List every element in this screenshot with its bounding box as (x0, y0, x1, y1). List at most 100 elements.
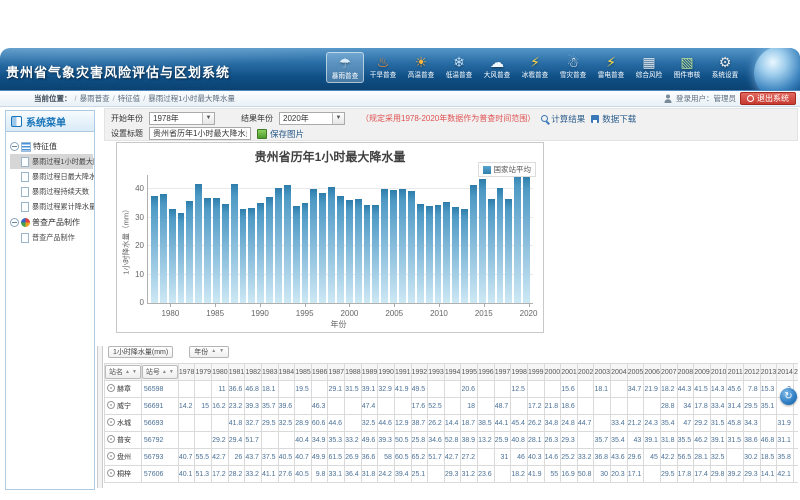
bar-2012[interactable] (452, 207, 459, 303)
year-header[interactable]: 1987 (328, 364, 345, 381)
bar-1996[interactable] (310, 189, 317, 303)
bar-1993[interactable] (284, 185, 291, 303)
tree-group[interactable]: 特征值 (10, 141, 93, 152)
toolbar-item-lightning-survey[interactable]: ⚡雷电普查 (592, 52, 630, 83)
toolbar-item-high-temp-survey[interactable]: ☀高温普查 (402, 52, 440, 83)
sort-desc-icon[interactable]: ▼ (169, 370, 174, 375)
year-header[interactable]: 1982 (245, 364, 262, 381)
bar-1983[interactable] (195, 184, 202, 303)
bar-2004[interactable] (381, 189, 388, 303)
bar-1989[interactable] (248, 208, 255, 303)
bar-2008[interactable] (417, 204, 424, 303)
station-name-cell[interactable]: 普安 (105, 432, 142, 449)
radio-icon[interactable] (107, 401, 115, 409)
year-header[interactable]: 2005 (627, 364, 644, 381)
bar-2018[interactable] (505, 199, 512, 303)
bar-1980[interactable] (169, 209, 176, 303)
year-header[interactable]: 2013 (760, 364, 777, 381)
tree-item[interactable]: 普查产品制作 (10, 230, 93, 245)
bar-2009[interactable] (426, 206, 433, 303)
bar-2002[interactable] (364, 205, 371, 303)
station-name-cell[interactable]: 水城 (105, 415, 142, 432)
year-header[interactable]: 2011 (727, 364, 744, 381)
year-header[interactable]: 1989 (361, 364, 378, 381)
toolbar-item-drought-survey[interactable]: ♨干旱普查 (364, 52, 402, 83)
station-name-cell[interactable]: 盘州 (105, 449, 142, 466)
year-header[interactable]: 2010 (710, 364, 727, 381)
bar-1981[interactable] (178, 213, 185, 303)
year-header[interactable]: 1984 (278, 364, 295, 381)
end-year-select[interactable]: 2020年 ▼ (279, 112, 345, 125)
year-header[interactable]: 2014 (777, 364, 794, 381)
chart-title-input[interactable] (149, 127, 251, 140)
bar-2000[interactable] (346, 200, 353, 303)
bar-1994[interactable] (293, 206, 300, 303)
bar-1991[interactable] (266, 197, 273, 303)
station-name-cell[interactable]: 威宁 (105, 398, 142, 415)
sort-asc-icon[interactable]: ▲ (211, 349, 216, 354)
year-header[interactable]: 1990 (378, 364, 395, 381)
bar-1987[interactable] (231, 184, 238, 303)
calculate-button[interactable]: 计算结果 (541, 113, 585, 125)
station-id-header[interactable]: 站号▲▼ (141, 364, 178, 381)
toolbar-item-system-settings[interactable]: ⚙系统设置 (706, 52, 744, 83)
year-header[interactable]: 2006 (644, 364, 661, 381)
bar-1985[interactable] (213, 198, 220, 303)
radio-icon[interactable] (107, 469, 115, 477)
tree-item[interactable]: 暴雨过程日最大降水量 (10, 169, 93, 184)
bar-2014[interactable] (470, 185, 477, 303)
toolbar-item-comprehensive-risk[interactable]: ▦综合风险 (630, 52, 668, 83)
radio-icon[interactable] (107, 435, 115, 443)
radio-icon[interactable] (107, 384, 115, 392)
bar-1995[interactable] (302, 203, 309, 303)
tree-group[interactable]: 普查产品制作 (10, 217, 93, 228)
year-header[interactable]: 1986 (311, 364, 328, 381)
chevron-down-icon[interactable]: ▼ (202, 113, 214, 124)
bar-2006[interactable] (399, 189, 406, 303)
year-header[interactable]: 2015 (793, 364, 798, 381)
bar-1998[interactable] (328, 187, 335, 303)
toolbar-item-rainstorm-survey[interactable]: ☂暴雨普查 (326, 52, 364, 83)
bar-2003[interactable] (372, 205, 379, 303)
chevron-down-icon[interactable]: ▼ (332, 113, 344, 124)
year-header[interactable]: 1983 (261, 364, 278, 381)
tree-toggle-icon[interactable] (10, 142, 19, 151)
year-header[interactable]: 1994 (444, 364, 461, 381)
year-header[interactable]: 1997 (494, 364, 511, 381)
tree-item[interactable]: 暴雨过程1小时最大降水量 (10, 154, 93, 169)
bar-1982[interactable] (186, 201, 193, 303)
year-header[interactable]: 1996 (478, 364, 495, 381)
toolbar-item-snow-survey[interactable]: ☃雪灾普查 (554, 52, 592, 83)
breadcrumb-item[interactable]: 特征值 (118, 94, 141, 103)
year-header[interactable]: 1999 (527, 364, 544, 381)
tree-item[interactable]: 暴雨过程累计降水量 (10, 199, 93, 214)
station-name-cell[interactable]: 赫章 (105, 381, 142, 398)
sort-desc-icon[interactable]: ▼ (132, 370, 137, 375)
bar-1999[interactable] (337, 196, 344, 303)
year-header[interactable]: 1981 (228, 364, 245, 381)
floating-refresh-button[interactable]: ↻ (780, 388, 797, 405)
start-year-select[interactable]: 1978年 ▼ (149, 112, 215, 125)
year-header[interactable]: 1992 (411, 364, 428, 381)
bar-1988[interactable] (240, 209, 247, 303)
bar-2001[interactable] (355, 199, 362, 303)
panel-splitter[interactable] (97, 346, 103, 488)
bar-1992[interactable] (275, 188, 282, 303)
breadcrumb-item[interactable]: 暴雨普查 (80, 94, 110, 103)
save-image-button[interactable]: 保存图片 (257, 128, 304, 140)
bar-2017[interactable] (497, 188, 504, 303)
year-header[interactable]: 1980 (212, 364, 229, 381)
year-header[interactable]: 1998 (511, 364, 528, 381)
year-header[interactable]: 2001 (561, 364, 578, 381)
bar-2007[interactable] (408, 191, 415, 303)
bar-2019[interactable] (514, 173, 521, 303)
year-header[interactable]: 2004 (611, 364, 628, 381)
bar-1990[interactable] (257, 203, 264, 303)
year-header[interactable]: 1978 (178, 364, 195, 381)
bar-2020[interactable] (523, 176, 530, 303)
bar-2005[interactable] (390, 190, 397, 303)
year-header[interactable]: 1985 (295, 364, 312, 381)
radio-icon[interactable] (107, 452, 115, 460)
breadcrumb-item[interactable]: 暴雨过程1小时最大降水量 (148, 94, 235, 103)
year-header[interactable]: 2008 (677, 364, 694, 381)
